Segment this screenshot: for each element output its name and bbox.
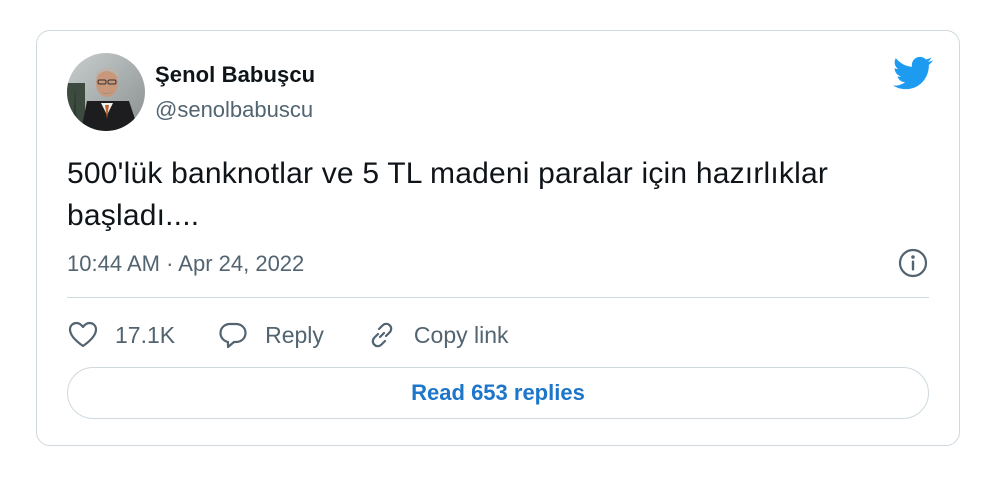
divider	[67, 297, 929, 298]
action-bar: 17.1K Reply Copy link	[67, 317, 551, 353]
info-icon[interactable]	[897, 247, 929, 279]
avatar-photo	[67, 53, 145, 131]
copy-link-label: Copy link	[413, 321, 509, 348]
reply-button[interactable]: Reply	[217, 319, 324, 351]
author-handle[interactable]: @senolbabuscu	[155, 97, 313, 123]
tweet-timestamp[interactable]: 10:44 AM · Apr 24, 2022	[67, 251, 304, 277]
tweet-text: 500'lük banknotlar ve 5 TL madeni parala…	[67, 157, 829, 232]
author-name[interactable]: Şenol Babuşcu	[155, 62, 315, 88]
link-icon	[371, 322, 393, 348]
avatar[interactable]	[67, 53, 145, 131]
like-button[interactable]: 17.1K	[67, 319, 175, 351]
read-replies-button[interactable]: Read 653 replies	[67, 367, 929, 419]
twitter-bird-icon[interactable]	[893, 53, 933, 93]
heart-icon	[68, 321, 98, 348]
copy-link-button[interactable]: Copy link	[366, 319, 509, 351]
like-count: 17.1K	[115, 321, 176, 348]
speech-bubble-icon	[219, 322, 247, 349]
tweet-card: Şenol Babuşcu @senolbabuscu 500'lük bank…	[36, 30, 960, 446]
reply-label: Reply	[265, 321, 324, 348]
